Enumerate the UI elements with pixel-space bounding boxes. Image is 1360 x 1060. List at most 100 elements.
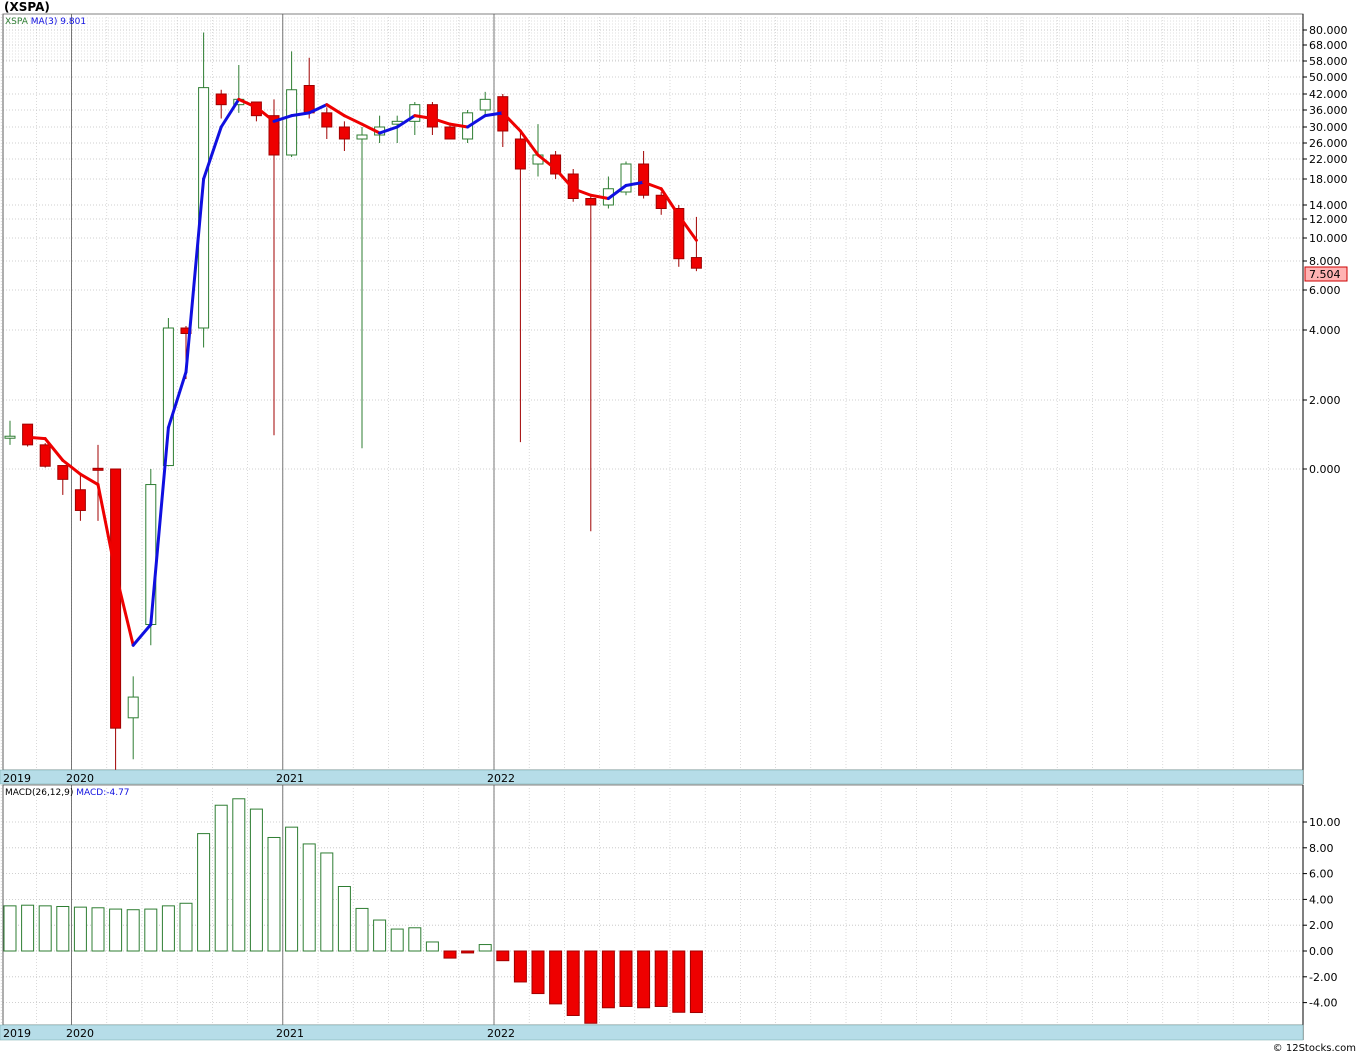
macd-bar-positive <box>73 906 87 952</box>
price-legend: XSPA MA(3) 9.801 <box>5 17 86 27</box>
price-y-tick-label: 80.000 <box>1309 24 1348 37</box>
macd-bar-positive <box>267 836 281 952</box>
candle-up <box>286 89 298 156</box>
macd-bar-positive <box>91 907 105 952</box>
macd-bar-negative <box>637 950 651 1009</box>
macd-x-tick-label: 2021 <box>276 1027 304 1040</box>
macd-bar-positive <box>355 907 369 952</box>
macd-bar-positive <box>197 833 211 952</box>
macd-bar-positive <box>214 804 228 952</box>
price-x-tick-label: 2020 <box>66 772 94 785</box>
price-y-tick-label: 6.000 <box>1309 284 1341 297</box>
candle-up <box>162 327 174 467</box>
candle-down <box>514 138 526 170</box>
legend-symbol: XSPA <box>5 17 31 27</box>
candle-up <box>127 696 139 719</box>
macd-bar-positive <box>425 941 439 952</box>
macd-bar-negative <box>549 950 563 1005</box>
macd-bar-negative <box>601 950 615 1009</box>
macd-bar-negative <box>672 950 686 1013</box>
macd-bar-positive <box>320 852 334 952</box>
macd-bar-negative <box>513 950 527 983</box>
price-y-tick-label: 10.000 <box>1309 232 1348 245</box>
price-y-tick-label: 30.000 <box>1309 121 1348 134</box>
price-y-tick-label: 42.000 <box>1309 88 1348 101</box>
macd-bar-positive <box>337 886 351 952</box>
macd-y-tick-label: 2.00 <box>1309 919 1334 932</box>
macd-bar-positive <box>126 909 140 952</box>
candle-down <box>321 112 333 128</box>
macd-bar-positive <box>56 905 70 952</box>
macd-bar-negative <box>496 950 510 962</box>
macd-bar-negative <box>689 950 703 1014</box>
candle-down <box>39 444 51 467</box>
macd-bar-positive <box>478 944 492 952</box>
candle-down <box>92 467 104 471</box>
candle-down <box>57 465 69 480</box>
macd-bar-negative <box>443 950 457 959</box>
legend-ma: MA(3) 9.801 <box>31 17 86 27</box>
price-x-tick-label: 2019 <box>3 772 31 785</box>
price-y-tick-label: 22.000 <box>1309 153 1348 166</box>
price-y-tick-label: 2.000 <box>1309 394 1341 407</box>
chart-svg: (XSPA) 80.000 68.000 58.000 50.000 42.000 36.… <box>0 0 1360 1056</box>
price-y-tick-label: 12.000 <box>1309 213 1348 226</box>
macd-bar-negative <box>619 950 633 1007</box>
candle-down <box>444 126 456 140</box>
macd-x-tick-label: 2022 <box>487 1027 515 1040</box>
price-y-tick-label: 8.000 <box>1309 255 1341 268</box>
price-x-tick-label: 2021 <box>276 772 304 785</box>
macd-bar-positive <box>373 919 387 952</box>
candle-down <box>74 489 86 511</box>
macd-y-tick-label: -2.00 <box>1309 971 1337 984</box>
macd-bar-positive <box>302 843 316 952</box>
candle-down <box>303 85 315 114</box>
price-y-tick-label: 50.000 <box>1309 71 1348 84</box>
candle-up <box>4 435 16 439</box>
macd-bar-positive <box>408 927 422 952</box>
macd-bar-positive <box>21 904 35 952</box>
price-y-tick-label: 68.000 <box>1309 39 1348 52</box>
last-price-label: 7.504 <box>1309 268 1341 281</box>
chart-title: (XSPA) <box>4 0 50 14</box>
candle-up <box>356 134 368 140</box>
macd-bar-positive <box>285 826 299 952</box>
price-date-band <box>0 769 1304 785</box>
macd-bar-positive <box>38 905 52 952</box>
price-y-tick-label: 0.000 <box>1309 463 1341 476</box>
macd-bar-positive <box>179 902 193 952</box>
macd-y-tick-label: 6.00 <box>1309 868 1334 881</box>
candle-down <box>215 93 227 106</box>
macd-bar-positive <box>249 808 263 952</box>
macd-bar-negative <box>654 950 668 1007</box>
macd-x-tick-label: 2019 <box>3 1027 31 1040</box>
candle-down <box>655 194 667 209</box>
price-y-tick-label: 14.000 <box>1309 199 1348 212</box>
candle-down <box>638 163 650 196</box>
macd-bar-negative <box>461 950 475 954</box>
candle-down <box>22 423 34 446</box>
macd-x-tick-label: 2020 <box>66 1027 94 1040</box>
price-y-tick-label: 36.000 <box>1309 104 1348 117</box>
macd-y-tick-label: 4.00 <box>1309 893 1334 906</box>
candle-up <box>145 484 157 625</box>
price-y-tick-label: 26.000 <box>1309 137 1348 150</box>
macd-bar-negative <box>531 950 545 995</box>
price-y-tick-label: 58.000 <box>1309 55 1348 68</box>
macd-bar-positive <box>109 908 123 952</box>
macd-bar-positive <box>3 905 17 952</box>
candle-up <box>479 98 491 111</box>
macd-legend: MACD(26,12,9) MACD:-4.77 <box>5 788 130 798</box>
price-y-tick-label: 18.000 <box>1309 173 1348 186</box>
macd-y-tick-label: 10.00 <box>1309 816 1341 829</box>
macd-y-tick-label: -4.00 <box>1309 997 1337 1010</box>
macd-legend-value: MACD:-4.77 <box>76 788 129 798</box>
candle-down <box>338 126 350 140</box>
price-x-tick-label: 2022 <box>487 772 515 785</box>
macd-bar-positive <box>390 928 404 952</box>
macd-y-tick-label: 0.00 <box>1309 945 1334 958</box>
candle-down <box>426 104 438 128</box>
macd-bar-negative <box>584 950 598 1024</box>
copyright-label: © 12Stocks.com <box>1273 1043 1356 1054</box>
price-y-tick-label: 4.000 <box>1309 324 1341 337</box>
